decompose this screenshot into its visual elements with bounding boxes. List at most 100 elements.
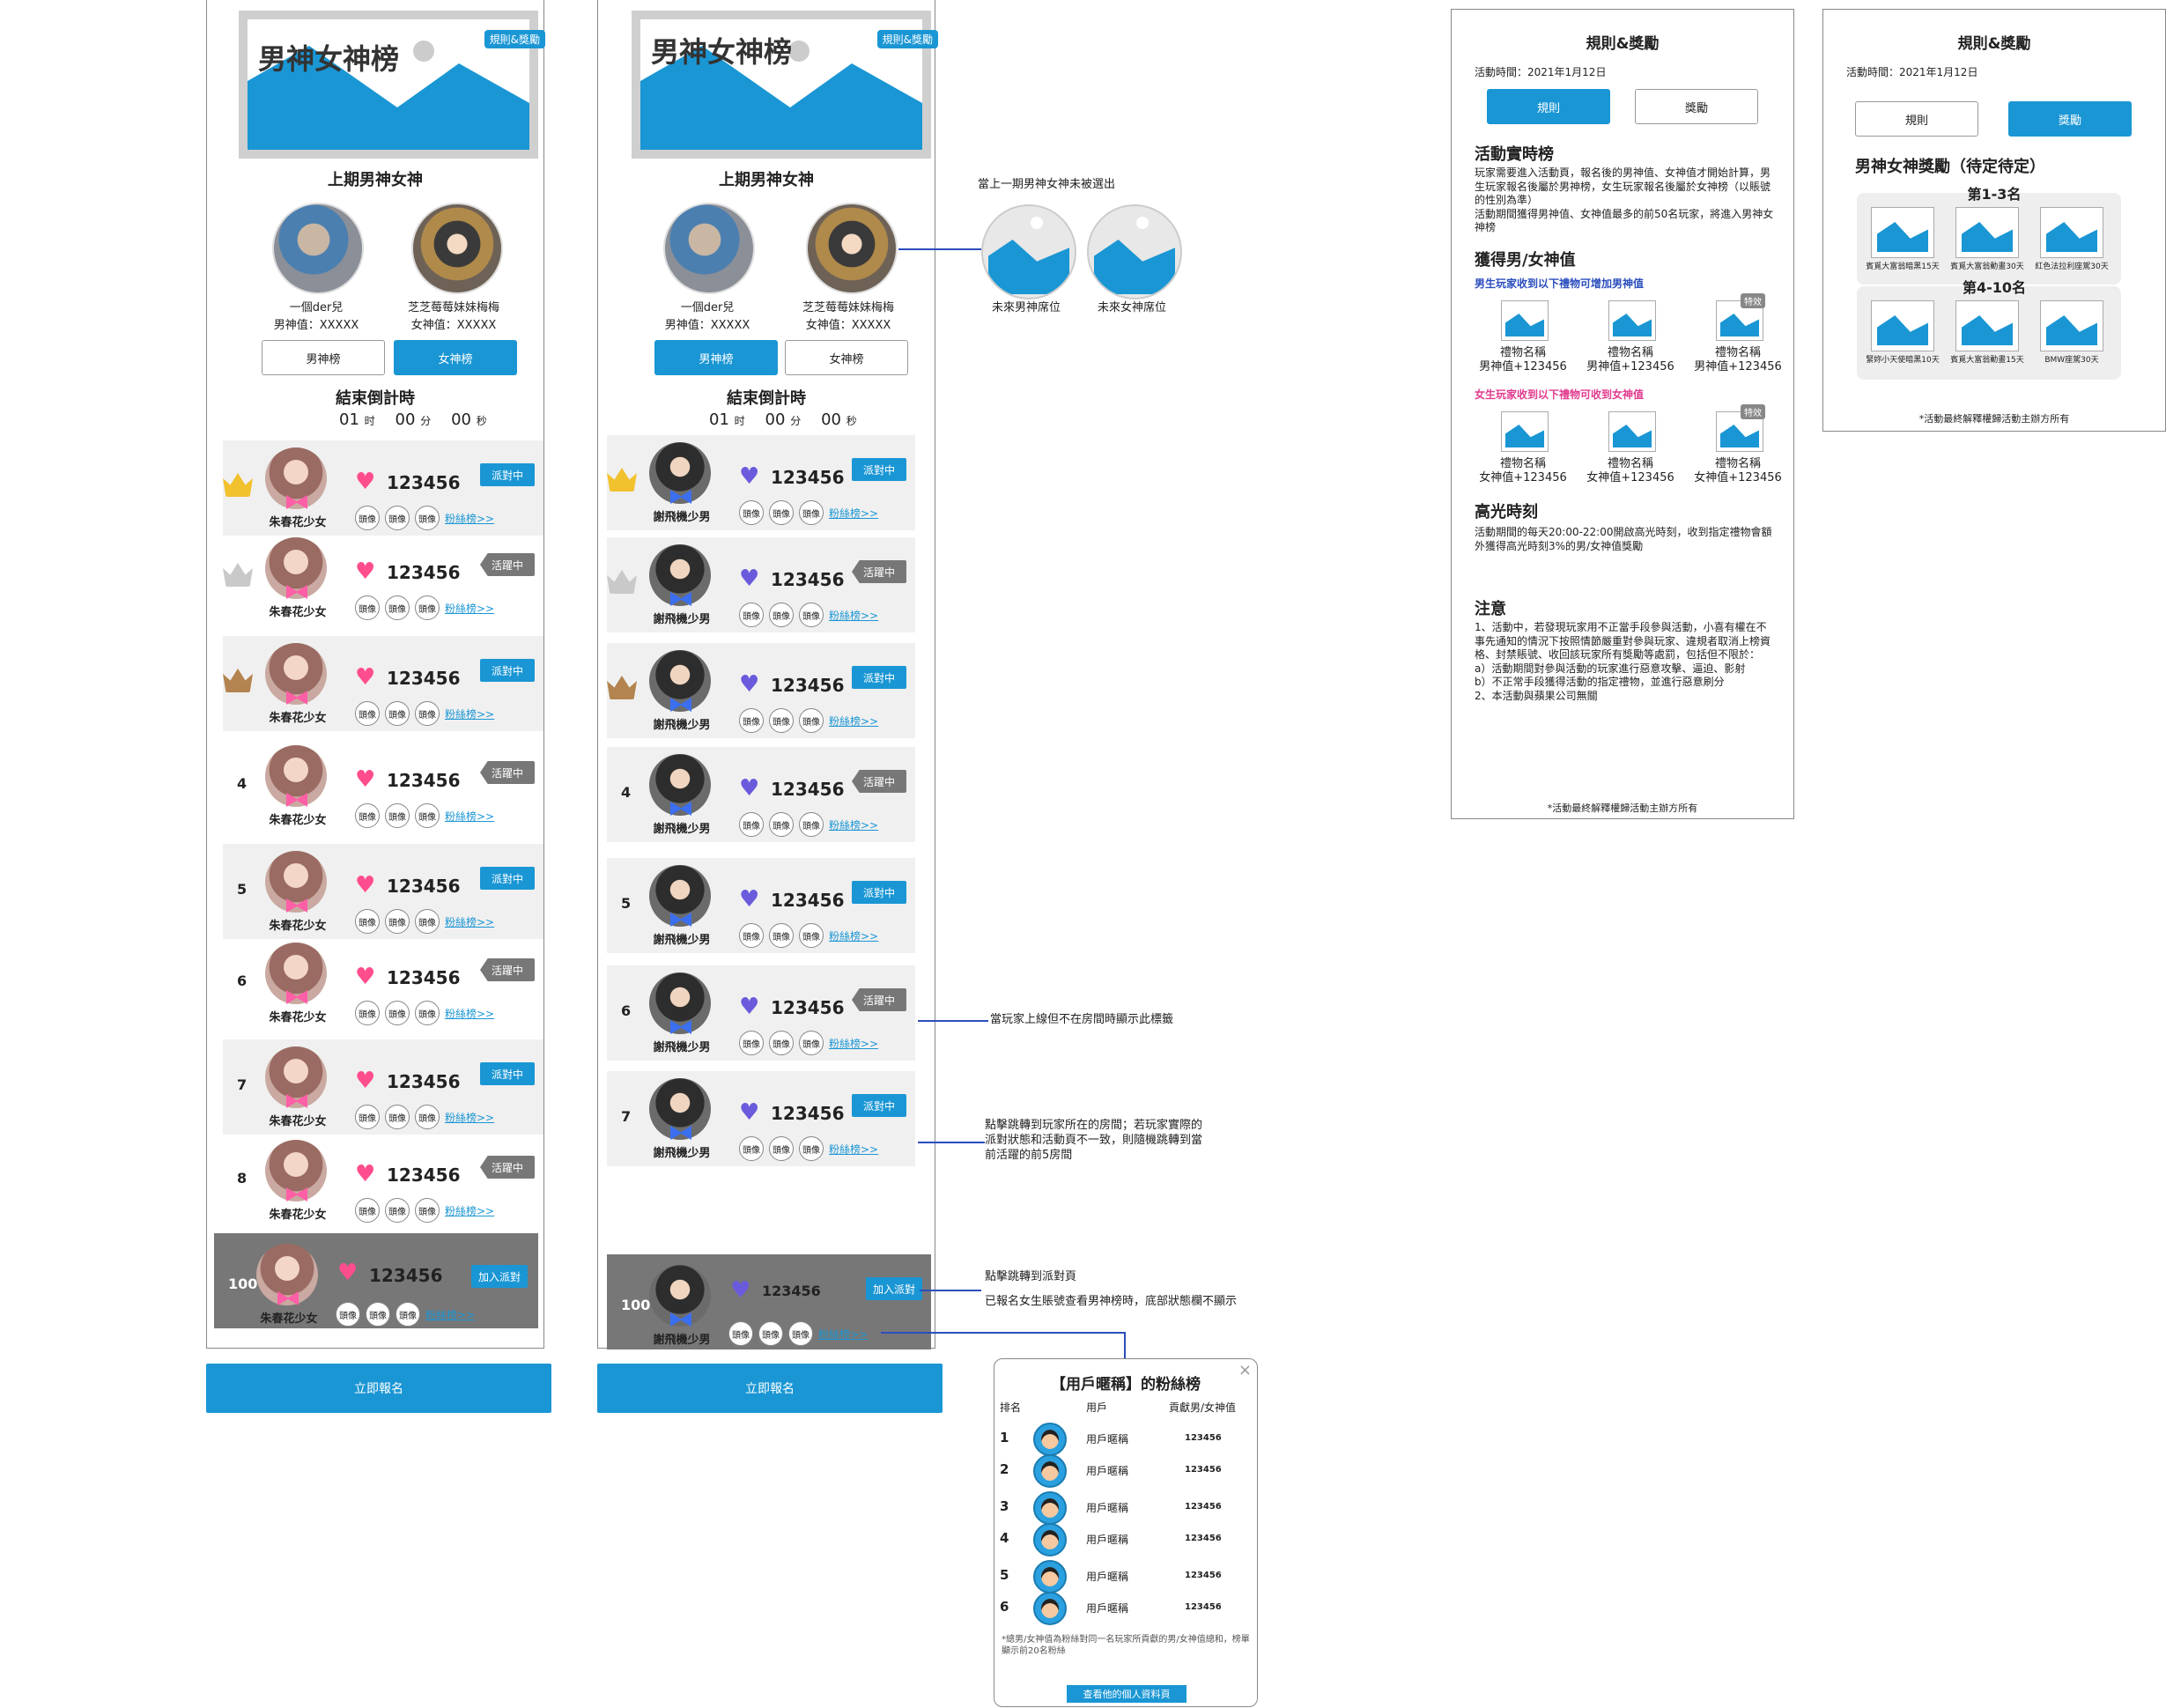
fan-avatar-slot[interactable]: 頭像 — [415, 1001, 440, 1025]
fan-avatar-slot[interactable]: 頭像 — [739, 500, 764, 525]
fan-avatar-slot[interactable]: 頭像 — [336, 1302, 360, 1327]
fan-row[interactable]: 4 用戶暱稱 123456 — [994, 1523, 1259, 1556]
rank-row[interactable]: 6 朱春花少女 ♥ 123456 活躍中 頭像 頭像 頭像 粉絲榜>> — [223, 935, 543, 1031]
rank-row[interactable]: 謝飛機少男 ♥ 123456 派對中 頭像 頭像 頭像 粉絲榜>> — [607, 435, 915, 530]
fan-avatar-slot[interactable]: 頭像 — [788, 1321, 813, 1346]
fan-avatar-slot[interactable]: 頭像 — [799, 1031, 824, 1055]
user-avatar[interactable] — [265, 1046, 327, 1108]
fan-avatar-slot[interactable]: 頭像 — [385, 1198, 410, 1223]
fan-avatar-slot[interactable]: 頭像 — [385, 909, 410, 934]
fan-avatar-slot[interactable]: 頭像 — [799, 500, 824, 525]
fan-row[interactable]: 6 用戶暱稱 123456 — [994, 1592, 1259, 1625]
user-avatar[interactable] — [649, 1078, 711, 1140]
rank-row[interactable]: 朱春花少女 ♥ 123456 派對中 頭像 頭像 頭像 粉絲榜>> — [223, 440, 543, 536]
user-avatar[interactable] — [265, 447, 327, 509]
fan-list-link[interactable]: 粉絲榜>> — [818, 1327, 868, 1342]
fan-list-link[interactable]: 粉絲榜>> — [829, 608, 878, 623]
fan-avatar-slot[interactable]: 頭像 — [799, 708, 824, 733]
fan-avatar-slot[interactable]: 頭像 — [739, 923, 764, 948]
fan-avatar-slot[interactable]: 頭像 — [728, 1321, 753, 1346]
rank-row[interactable]: 謝飛機少男 ♥ 123456 派對中 頭像 頭像 頭像 粉絲榜>> — [607, 643, 915, 738]
fan-list-link[interactable]: 粉絲榜>> — [445, 809, 494, 824]
fan-list-link[interactable]: 粉絲榜>> — [445, 511, 494, 526]
join-party-button[interactable]: 加入派對 — [866, 1277, 922, 1300]
fan-avatar-slot[interactable]: 頭像 — [739, 1136, 764, 1161]
last-male-avatar[interactable] — [272, 203, 364, 294]
fan-avatar-slot[interactable]: 頭像 — [769, 708, 794, 733]
fan-avatar-slot[interactable]: 頭像 — [385, 1105, 410, 1129]
fan-avatar-slot[interactable]: 頭像 — [415, 595, 440, 620]
fan-list-link[interactable]: 粉絲榜>> — [445, 706, 494, 721]
fan-avatar-slot[interactable]: 頭像 — [769, 603, 794, 627]
fan-list-link[interactable]: 粉絲榜>> — [829, 1036, 878, 1051]
user-avatar[interactable] — [265, 851, 327, 913]
tab-rules[interactable]: 規則 — [1855, 101, 1978, 137]
last-male-avatar[interactable] — [663, 203, 755, 294]
fan-row[interactable]: 2 用戶暱稱 123456 — [994, 1454, 1259, 1488]
rank-row[interactable]: 7 謝飛機少男 ♥ 123456 派對中 頭像 頭像 頭像 粉絲榜>> — [607, 1071, 915, 1166]
rank-row[interactable]: 4 謝飛機少男 ♥ 123456 活躍中 頭像 頭像 頭像 粉絲榜>> — [607, 747, 915, 842]
signup-button[interactable]: 立即報名 — [597, 1364, 943, 1413]
fan-list-link[interactable]: 粉絲榜>> — [445, 1006, 494, 1021]
user-avatar[interactable] — [265, 943, 327, 1004]
fan-avatar-slot[interactable]: 頭像 — [799, 812, 824, 837]
fan-avatar-slot[interactable]: 頭像 — [415, 909, 440, 934]
fan-avatar-slot[interactable]: 頭像 — [739, 1031, 764, 1055]
fan-list-link[interactable]: 粉絲榜>> — [829, 1142, 878, 1157]
fan-avatar-slot[interactable]: 頭像 — [355, 803, 380, 828]
fan-avatar-slot[interactable]: 頭像 — [355, 1001, 380, 1025]
fan-avatar-slot[interactable]: 頭像 — [739, 603, 764, 627]
rank-row[interactable]: 朱春花少女 ♥ 123456 活躍中 頭像 頭像 頭像 粉絲榜>> — [223, 530, 543, 625]
fan-avatar-slot[interactable]: 頭像 — [415, 1198, 440, 1223]
fan-avatar-slot[interactable]: 頭像 — [366, 1302, 390, 1327]
rank-row[interactable]: 7 朱春花少女 ♥ 123456 派對中 頭像 頭像 頭像 粉絲榜>> — [223, 1039, 543, 1135]
user-avatar[interactable] — [265, 643, 327, 705]
fan-list-link[interactable]: 粉絲榜>> — [445, 1110, 494, 1125]
fan-row[interactable]: 3 用戶暱稱 123456 — [994, 1491, 1259, 1525]
fan-list-link[interactable]: 粉絲榜>> — [445, 601, 494, 616]
user-avatar[interactable] — [265, 745, 327, 807]
user-avatar[interactable] — [265, 537, 327, 599]
user-avatar[interactable] — [649, 865, 711, 927]
party-status-button[interactable]: 派對中 — [480, 463, 535, 486]
fan-list-link[interactable]: 粉絲榜>> — [829, 506, 878, 521]
tab-female[interactable]: 女神榜 — [394, 340, 517, 375]
party-status-button[interactable]: 派對中 — [852, 666, 906, 689]
fan-avatar-slot[interactable]: 頭像 — [355, 506, 380, 530]
tab-rules[interactable]: 規則 — [1487, 89, 1610, 124]
user-avatar[interactable] — [649, 544, 711, 606]
rank-row[interactable]: 8 朱春花少女 ♥ 123456 活躍中 頭像 頭像 頭像 粉絲榜>> — [223, 1133, 543, 1228]
user-avatar[interactable] — [649, 442, 711, 504]
rank-row[interactable]: 6 謝飛機少男 ♥ 123456 活躍中 頭像 頭像 頭像 粉絲榜>> — [607, 965, 915, 1061]
fan-list-link[interactable]: 粉絲榜>> — [829, 928, 878, 943]
fan-list-link[interactable]: 粉絲榜>> — [445, 914, 494, 929]
fan-avatar-slot[interactable]: 頭像 — [355, 1105, 380, 1129]
fan-avatar-slot[interactable]: 頭像 — [395, 1302, 420, 1327]
join-party-button[interactable]: 加入派對 — [471, 1265, 528, 1288]
fan-avatar-slot[interactable]: 頭像 — [799, 923, 824, 948]
tab-male[interactable]: 男神榜 — [654, 340, 778, 375]
rules-button[interactable]: 規則&獎勵 — [876, 30, 938, 48]
fan-avatar-slot[interactable]: 頭像 — [385, 1001, 410, 1025]
fan-avatar-slot[interactable]: 頭像 — [739, 812, 764, 837]
fan-avatar-slot[interactable]: 頭像 — [769, 923, 794, 948]
fan-avatar-slot[interactable]: 頭像 — [415, 701, 440, 726]
fan-avatar-slot[interactable]: 頭像 — [355, 1198, 380, 1223]
fan-avatar-slot[interactable]: 頭像 — [415, 506, 440, 530]
view-profile-button[interactable]: 查看他的個人資料頁 — [1067, 1685, 1186, 1703]
rank-row[interactable]: 5 朱春花少女 ♥ 123456 派對中 頭像 頭像 頭像 粉絲榜>> — [223, 844, 543, 939]
fan-avatar-slot[interactable]: 頭像 — [769, 812, 794, 837]
party-status-button[interactable]: 派對中 — [852, 458, 906, 481]
tab-rewards[interactable]: 獎勵 — [2008, 101, 2132, 137]
rank-row[interactable]: 4 朱春花少女 ♥ 123456 活躍中 頭像 頭像 頭像 粉絲榜>> — [223, 738, 543, 833]
tab-rewards[interactable]: 獎勵 — [1635, 89, 1758, 124]
party-status-button[interactable]: 派對中 — [480, 867, 535, 890]
fan-avatar-slot[interactable]: 頭像 — [385, 701, 410, 726]
signup-button[interactable]: 立即報名 — [206, 1364, 551, 1413]
user-avatar[interactable] — [649, 972, 711, 1034]
fan-avatar-slot[interactable]: 頭像 — [739, 708, 764, 733]
rank-row[interactable]: 朱春花少女 ♥ 123456 派對中 頭像 頭像 頭像 粉絲榜>> — [223, 636, 543, 731]
fan-row[interactable]: 1 用戶暱稱 123456 — [994, 1423, 1259, 1456]
fan-list-link[interactable]: 粉絲榜>> — [829, 714, 878, 728]
tab-male[interactable]: 男神榜 — [262, 340, 385, 375]
